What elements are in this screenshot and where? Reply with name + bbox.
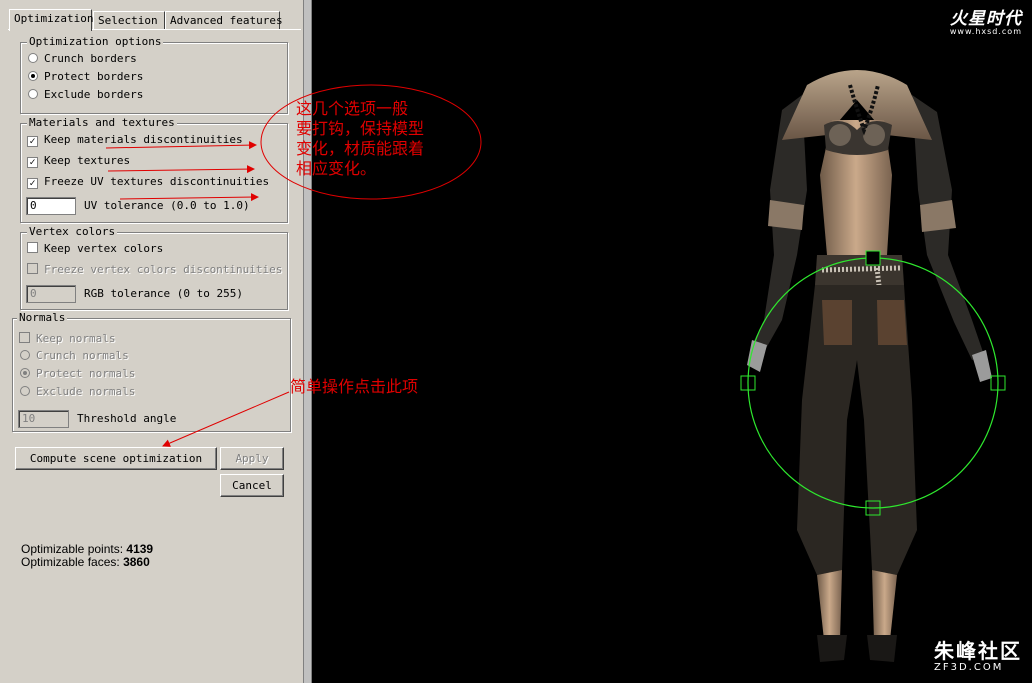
gizmo-handle-top[interactable] xyxy=(865,250,881,266)
check-keep-vertex-colors[interactable]: Keep vertex colors xyxy=(27,242,163,256)
hxsd-watermark: 火星时代 www.hxsd.com xyxy=(949,9,1022,36)
optimizable-faces: Optimizable faces: 3860 xyxy=(21,555,150,569)
check-keep-normals: Keep normals xyxy=(19,332,115,346)
radio-exclude-normals: Exclude normals xyxy=(20,385,135,399)
materials-textures-title: Materials and textures xyxy=(27,116,177,129)
radio-protect-normals: Protect normals xyxy=(20,367,135,381)
tab-advanced-features[interactable]: Advanced features xyxy=(165,11,283,30)
tab-optimization[interactable]: Optimization xyxy=(9,9,93,31)
annotation-note-options: 这几个选项一般 要打钩，保持模型 变化，材质能跟着 相应变化。 xyxy=(296,99,425,178)
optimizable-points: Optimizable points: 4139 xyxy=(21,542,154,556)
optimize-panel: Optimization Selection Advanced features… xyxy=(0,0,303,683)
normals-title: Normals xyxy=(17,311,68,324)
radio-exclude-borders[interactable]: Exclude borders xyxy=(28,88,143,102)
uv-tolerance-label: UV tolerance (0.0 to 1.0) xyxy=(84,199,250,212)
check-keep-materials[interactable]: ✓ Keep materials discontinuities xyxy=(27,133,243,147)
threshold-angle-input: 10 xyxy=(18,410,69,428)
radio-crunch-normals: Crunch normals xyxy=(20,349,129,363)
apply-button: Apply xyxy=(220,447,284,470)
annotation-note-compute: 简单操作点击此项 xyxy=(290,377,419,396)
check-freeze-uv[interactable]: ✓ Freeze UV textures discontinuities xyxy=(27,175,269,189)
compute-scene-optimization-button[interactable]: Compute scene optimization xyxy=(15,447,217,470)
check-keep-textures[interactable]: ✓ Keep textures xyxy=(27,154,130,168)
cancel-button[interactable]: Cancel xyxy=(220,474,284,497)
threshold-angle-label: Threshold angle xyxy=(77,412,177,425)
tab-selection[interactable]: Selection xyxy=(93,11,165,30)
rgb-tolerance-input: 0 xyxy=(26,285,76,303)
zf3d-watermark: 朱峰社区 ZF3D.COM xyxy=(934,639,1022,673)
optimization-options-title: Optimization options xyxy=(27,35,164,48)
uv-tolerance-input[interactable]: 0 xyxy=(26,197,76,215)
vertex-colors-title: Vertex colors xyxy=(27,225,118,238)
radio-crunch-borders[interactable]: Crunch borders xyxy=(28,52,137,66)
radio-protect-borders[interactable]: Protect borders xyxy=(28,70,143,84)
check-freeze-vertex-colors: Freeze vertex colors discontinuities xyxy=(27,263,282,277)
rgb-tolerance-label: RGB tolerance (0 to 255) xyxy=(84,287,243,300)
